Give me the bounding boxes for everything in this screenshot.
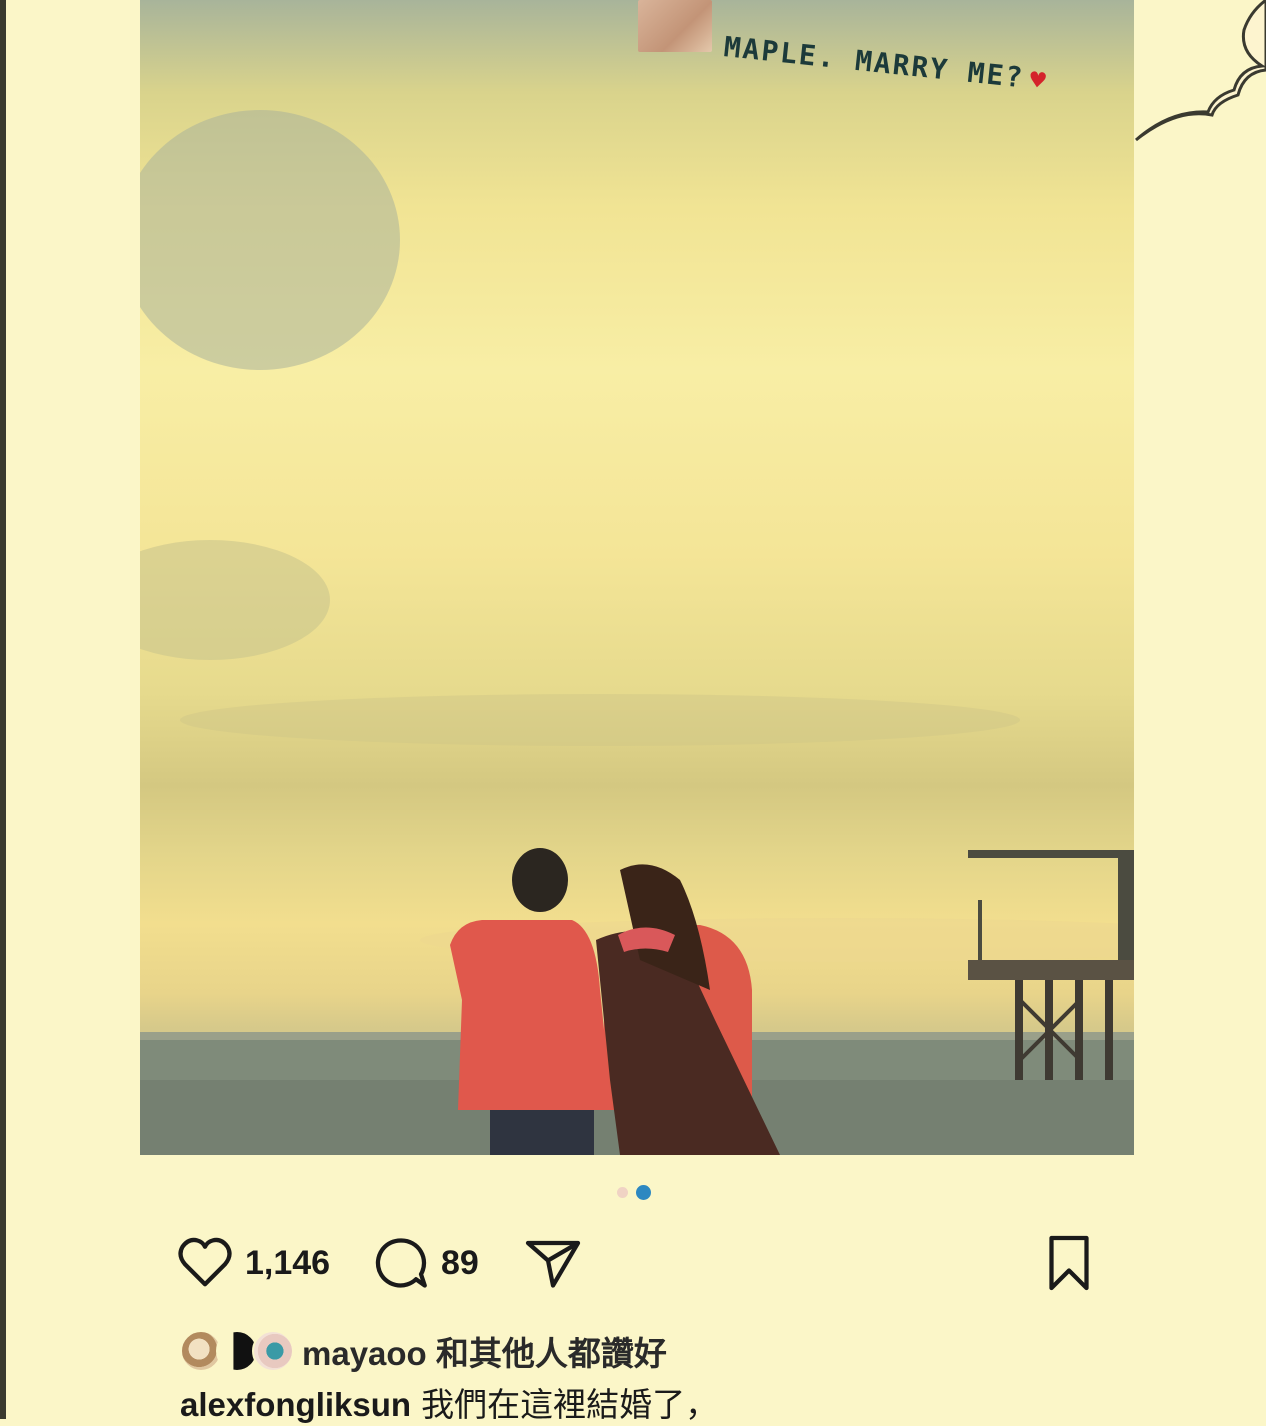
comment-group: 89	[371, 1233, 479, 1293]
cloud-doodle-decoration	[1135, 0, 1266, 142]
bookmark-group	[1041, 1233, 1097, 1293]
liked-by-suffix[interactable]: 和其他人都讚好	[436, 1335, 667, 1372]
caption-username[interactable]: alexfongliksun	[180, 1386, 411, 1423]
comment-count: 89	[441, 1243, 479, 1282]
banner-plane-thumbnail	[638, 0, 712, 52]
post-photo[interactable]	[140, 0, 1134, 1155]
heart-icon[interactable]	[175, 1233, 235, 1293]
beach-scene	[140, 110, 1134, 1155]
like-count: 1,146	[245, 1243, 331, 1282]
liker-avatars[interactable]	[180, 1328, 294, 1374]
action-bar: 1,146 89	[175, 1233, 1095, 1297]
comment-icon[interactable]	[371, 1233, 431, 1293]
bookmark-icon[interactable]	[1041, 1233, 1097, 1293]
liked-by-row: mayaoo 和其他人都讚好	[180, 1326, 667, 1376]
left-edge-strip	[0, 0, 6, 1419]
share-group	[523, 1233, 583, 1293]
caption-text: 我們在這裡結婚了，	[421, 1386, 719, 1423]
share-icon[interactable]	[523, 1233, 583, 1293]
like-group: 1,146	[175, 1233, 330, 1293]
liked-by-username[interactable]: mayaoo	[302, 1335, 427, 1372]
carousel-indicator	[617, 1185, 651, 1200]
carousel-dot-active[interactable]	[636, 1185, 651, 1200]
carousel-dot[interactable]	[617, 1187, 628, 1198]
avatar	[252, 1330, 294, 1372]
liked-by-text: mayaoo 和其他人都讚好	[302, 1327, 667, 1375]
heart-sticker-icon: ♥	[1028, 65, 1050, 97]
